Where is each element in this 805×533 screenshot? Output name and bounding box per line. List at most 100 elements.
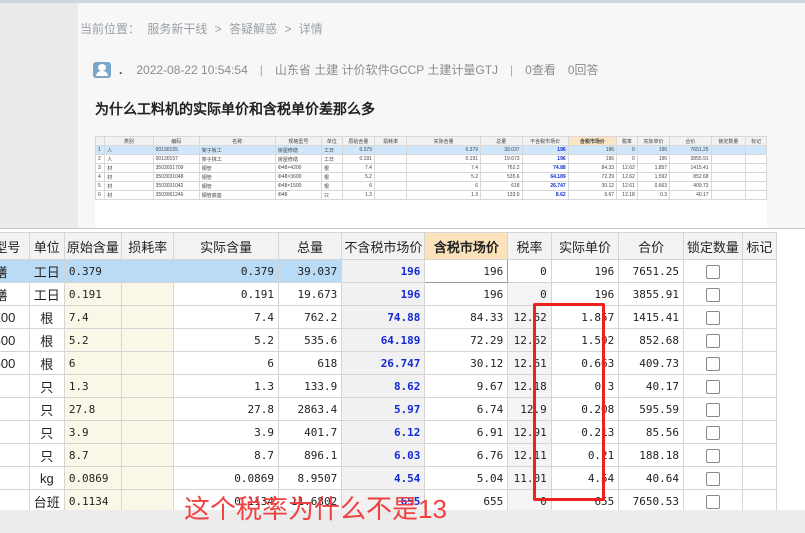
cell-mark[interactable]: [741, 443, 778, 467]
lock-checkbox[interactable]: [705, 310, 720, 325]
post-meta: . 2022-08-22 10:54:54 | 山东省 土建 计价软件GCCP …: [93, 61, 611, 78]
thumb-cell: [710, 163, 747, 173]
col-header-notax-price[interactable]: 不含税市场价: [341, 232, 426, 260]
cell-notax-price[interactable]: 74.88: [341, 305, 426, 329]
cell-notax-price[interactable]: 4.54: [341, 466, 426, 490]
col-header-total[interactable]: 总量: [277, 232, 343, 260]
cell-mark[interactable]: [741, 282, 778, 306]
cell-unit: 只: [28, 374, 65, 398]
user-avatar-icon[interactable]: [93, 61, 111, 78]
table-row[interactable]: 只 27.8 27.8 2863.4 5.97 6.74 12.9 0.208 595.59: [0, 397, 778, 421]
thumb-cell: [745, 172, 767, 182]
col-header-lock[interactable]: 锁定数量: [683, 232, 743, 260]
cell-tax-price[interactable]: 196: [424, 259, 509, 283]
cell-mark[interactable]: [741, 397, 778, 421]
cell-mark[interactable]: [741, 489, 778, 510]
thumb-cell: 根: [320, 163, 343, 173]
lock-checkbox[interactable]: [705, 356, 720, 371]
lock-checkbox[interactable]: [705, 448, 720, 463]
attached-screenshot-thumbnail[interactable]: 类别 编码 名称 规格型号 单位 原始含量 损耗率 实际含量 总量 不含税市场价 含税市场价 税率 实际…: [95, 136, 767, 228]
cell-tax-price[interactable]: 72.29: [424, 328, 509, 352]
cell-tax-price[interactable]: 6.91: [424, 420, 509, 444]
cell-tax-price[interactable]: 84.33: [424, 305, 509, 329]
table-row[interactable]: 只 1.3 1.3 133.9 8.62 9.67 12.18 0.3 40.17: [0, 374, 778, 398]
thumb-cell: 618: [480, 181, 523, 191]
thumb-cell: 1.592: [636, 172, 671, 182]
lock-checkbox[interactable]: [705, 333, 720, 348]
cell-mark[interactable]: [741, 351, 778, 375]
cell-notax-price[interactable]: 26.747: [341, 351, 426, 375]
cell-tax-price[interactable]: 6.74: [424, 397, 509, 421]
col-header-actual[interactable]: 实际含量: [173, 232, 279, 260]
cell-unit: 只: [28, 397, 65, 421]
col-header-orig[interactable]: 原始含量: [63, 232, 123, 260]
thumb-cell: 4: [95, 172, 106, 182]
thumb-cell: 00130155: [152, 145, 200, 155]
cell-notax-price[interactable]: 6.03: [341, 443, 426, 467]
thumb-cell: [745, 190, 767, 200]
cell-notax-price[interactable]: 196: [341, 259, 426, 283]
col-header-mark[interactable]: 标记: [741, 232, 778, 260]
cell-unit-price: 196: [550, 259, 620, 283]
cell-lock: [683, 466, 743, 490]
col-header-tax-price[interactable]: 含税市场价: [424, 232, 509, 260]
thumb-cell: 133.9: [480, 190, 523, 200]
cell-lock: [683, 282, 743, 306]
table-row[interactable]: 3600根5.25.2535.664.18972.2912.621.592852…: [0, 328, 778, 352]
breadcrumb-item-qa[interactable]: 答疑解惑: [229, 22, 277, 36]
table-row[interactable]: 只 3.9 3.9 401.7 6.12 6.91 12.91 0.213 85.56: [0, 420, 778, 444]
cell-mark[interactable]: [741, 305, 778, 329]
cell-notax-price[interactable]: 196: [341, 282, 426, 306]
cell-tax-price[interactable]: 30.12: [424, 351, 509, 375]
lock-checkbox[interactable]: [705, 379, 720, 394]
table-row[interactable]: 缮工日0.3790.37939.03719619601967651.25: [0, 259, 778, 283]
cell-mark[interactable]: [741, 259, 778, 283]
lock-checkbox[interactable]: [705, 264, 720, 279]
thumb-row: 4 材 3503031048 钢管 Φ48×3600 根 5.2 5.2 535.6 64.189…: [95, 172, 767, 182]
lock-checkbox[interactable]: [705, 287, 720, 302]
col-header-loss[interactable]: 损耗率: [121, 232, 175, 260]
cell-tax-price[interactable]: 9.67: [424, 374, 509, 398]
thumb-cell: 材: [104, 163, 154, 173]
cell-mark[interactable]: [741, 420, 778, 444]
cell-unit: 只: [28, 420, 65, 444]
thumb-cell: 74.88: [521, 163, 569, 173]
username[interactable]: .: [119, 63, 122, 77]
lock-checkbox[interactable]: [705, 425, 720, 440]
cell-mark[interactable]: [741, 374, 778, 398]
cell-sum: 409.73: [618, 351, 685, 375]
cell-mark[interactable]: [741, 328, 778, 352]
cell-notax-price[interactable]: 8.62: [341, 374, 426, 398]
thumb-cell: 0.191: [406, 154, 482, 164]
cell-actual: 6: [173, 351, 279, 375]
col-header-unit[interactable]: 单位: [28, 232, 65, 260]
table-row[interactable]: 只 8.7 8.7 896.1 6.03 6.76 12.11 0.21 188.18: [0, 443, 778, 467]
cell-mark[interactable]: [741, 466, 778, 490]
cell-unit: 台班: [28, 489, 65, 510]
lock-checkbox[interactable]: [705, 471, 720, 486]
table-row[interactable]: kg 0.0869 0.0869 8.9507 4.54 5.04 11.01 4.54 40.…: [0, 466, 778, 490]
cell-notax-price[interactable]: 6.12: [341, 420, 426, 444]
thumb-cell: [745, 181, 767, 191]
lock-checkbox[interactable]: [705, 494, 720, 509]
annotation-question: 这个税率为什么不是13: [184, 494, 447, 524]
thumb-col-header: 合价: [669, 136, 712, 146]
lock-checkbox[interactable]: [705, 402, 720, 417]
cell-notax-price[interactable]: 5.97: [341, 397, 426, 421]
cell-tax-price[interactable]: 6.76: [424, 443, 509, 467]
col-header-tax-rate[interactable]: 税率: [507, 232, 552, 260]
table-row[interactable]: 1500根6661826.74730.1212.610.663409.73: [0, 351, 778, 375]
thumb-cell: 只: [320, 190, 343, 200]
answer-count: 0回答: [567, 63, 599, 77]
col-header-unit-price[interactable]: 实际单价: [550, 232, 620, 260]
cell-notax-price[interactable]: 64.189: [341, 328, 426, 352]
breadcrumb-item-home[interactable]: 服务新干线: [147, 22, 207, 36]
table-row[interactable]: 缮工日0.1910.19119.67319619601963855.91: [0, 282, 778, 306]
cell-orig: 0.379: [63, 259, 123, 283]
cell-tax-price[interactable]: 5.04: [424, 466, 509, 490]
col-header-sum[interactable]: 合价: [618, 232, 685, 260]
cell-sum: 7651.25: [618, 259, 685, 283]
col-header-spec[interactable]: 类型号: [0, 232, 30, 260]
table-row[interactable]: 4200根7.47.4762.274.8884.3312.621.8571415…: [0, 305, 778, 329]
cell-tax-price[interactable]: 196: [424, 282, 509, 306]
